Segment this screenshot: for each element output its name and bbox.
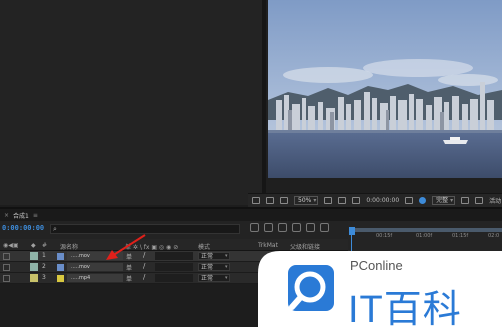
active-camera-label[interactable]: 活动 bbox=[489, 196, 501, 205]
layer-number: 2 bbox=[42, 263, 46, 270]
playhead-handle[interactable] bbox=[349, 227, 355, 235]
viewer-timecode[interactable]: 0:00:00:00 bbox=[366, 197, 399, 204]
layer-number: 3 bbox=[42, 274, 46, 281]
quality-switch[interactable]: / bbox=[143, 273, 145, 281]
layer-label-color[interactable] bbox=[30, 263, 38, 271]
link-icon[interactable] bbox=[280, 197, 288, 204]
layer-label-color[interactable] bbox=[30, 274, 38, 282]
safe-zones-icon[interactable] bbox=[324, 197, 333, 204]
shy-layers-icon[interactable] bbox=[278, 223, 287, 232]
transparency-grid-icon[interactable] bbox=[475, 197, 484, 204]
mask-icon[interactable] bbox=[352, 197, 361, 204]
ruler-tick: 01:00f bbox=[416, 233, 433, 239]
quality-switch[interactable]: / bbox=[143, 262, 145, 270]
frame-blending-icon[interactable] bbox=[292, 223, 301, 232]
column-header-source-name[interactable]: 源名称 bbox=[60, 242, 78, 251]
chevron-down-icon: ▾ bbox=[225, 275, 228, 281]
footage-icon bbox=[57, 264, 64, 271]
search-icon: ⌕ bbox=[53, 225, 57, 233]
grid-icon[interactable] bbox=[338, 197, 347, 204]
channel-color-icon[interactable] bbox=[419, 197, 427, 204]
graph-editor-icon[interactable] bbox=[320, 223, 329, 232]
visibility-toggle[interactable] bbox=[3, 264, 10, 271]
ruler-tick: 01:15f bbox=[452, 233, 469, 239]
watermark-brand-text: PConline bbox=[350, 258, 403, 273]
camera-snapshot-icon[interactable] bbox=[405, 197, 414, 204]
watermark-title-text: IT百科 bbox=[348, 289, 462, 327]
layer-switch-cells[interactable] bbox=[155, 274, 193, 282]
timeline-tab-bar: × 合成1 ≡ bbox=[0, 207, 502, 221]
footage-icon bbox=[57, 275, 64, 282]
tab-composition[interactable]: 合成1 bbox=[13, 211, 29, 220]
annotation-arrow-icon bbox=[106, 234, 146, 260]
tab-menu-icon[interactable]: ≡ bbox=[33, 212, 38, 219]
layer-name[interactable]: .....mp4 bbox=[67, 274, 123, 282]
visibility-toggle[interactable] bbox=[3, 253, 10, 260]
comp-flowchart-icon[interactable] bbox=[250, 223, 259, 232]
layer-number: 1 bbox=[42, 252, 46, 259]
layer-switch-cells[interactable] bbox=[155, 263, 193, 271]
draft-3d-icon[interactable] bbox=[264, 223, 273, 232]
visibility-toggle[interactable] bbox=[3, 275, 10, 282]
layer-switch-cells[interactable] bbox=[155, 252, 193, 260]
monitor-icon[interactable] bbox=[266, 197, 274, 204]
resolution-dropdown[interactable]: 完整 bbox=[432, 196, 456, 205]
current-time-display[interactable]: 0:00:00:00 bbox=[2, 224, 44, 232]
shy-switch[interactable]: 单 bbox=[126, 263, 132, 272]
layer-name[interactable]: .....mov bbox=[67, 263, 123, 271]
composition-preview-image bbox=[268, 0, 502, 178]
motion-blur-icon[interactable] bbox=[306, 223, 315, 232]
region-of-interest-icon[interactable] bbox=[461, 197, 470, 204]
always-preview-icon[interactable] bbox=[252, 197, 260, 204]
layer-label-color[interactable] bbox=[30, 252, 38, 260]
timeline-switch-icons bbox=[250, 223, 329, 232]
zoom-dropdown[interactable]: 50% bbox=[294, 196, 319, 205]
label-header-icon: ◆ bbox=[31, 242, 36, 249]
ruler-tick: 00:15f bbox=[376, 233, 393, 239]
tab-close-icon[interactable]: × bbox=[4, 212, 9, 219]
av-features-header-icon: ◉◀▣ bbox=[3, 242, 19, 249]
chevron-down-icon: ▾ bbox=[225, 264, 228, 270]
footage-icon bbox=[57, 253, 64, 260]
viewer-toolbar: 50% 0:00:00:00 完整 活动 bbox=[248, 193, 502, 207]
project-panel bbox=[0, 0, 262, 205]
work-area-bar[interactable] bbox=[352, 228, 502, 232]
column-header-number[interactable]: # bbox=[42, 242, 47, 249]
chevron-down-icon: ▾ bbox=[225, 253, 228, 259]
column-header-mode[interactable]: 模式 bbox=[198, 242, 210, 251]
ruler-tick: 02:0 bbox=[488, 233, 500, 239]
shy-switch[interactable]: 单 bbox=[126, 274, 132, 283]
